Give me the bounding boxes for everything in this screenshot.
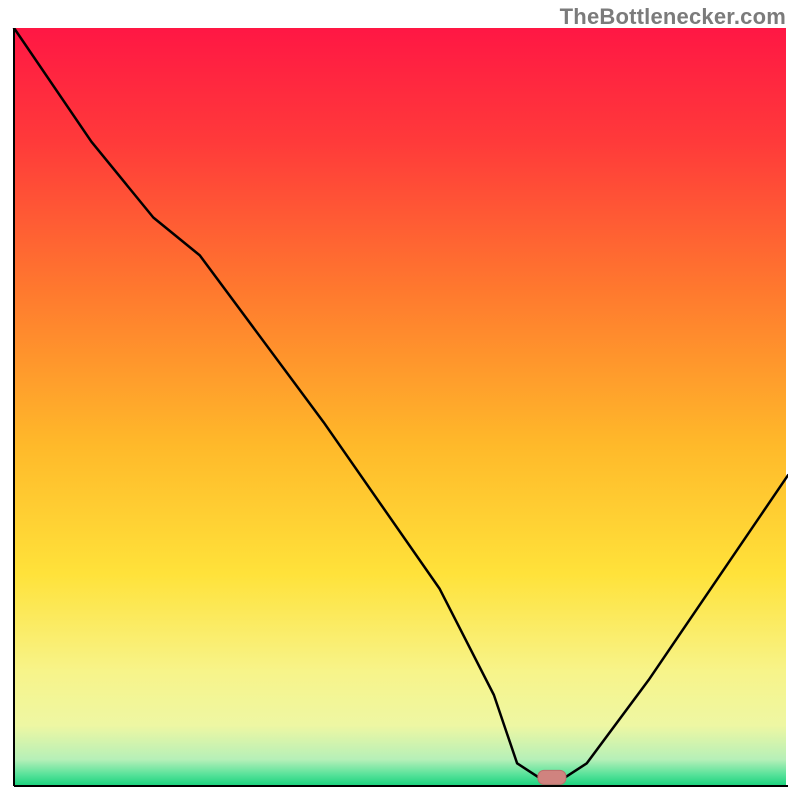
- attribution-label: TheBottlenecker.com: [560, 4, 786, 30]
- plot-area: [12, 28, 788, 788]
- gradient-background: [14, 28, 786, 786]
- bottleneck-chart: TheBottlenecker.com: [0, 0, 800, 800]
- chart-svg: [12, 28, 788, 788]
- optimal-marker: [538, 770, 566, 784]
